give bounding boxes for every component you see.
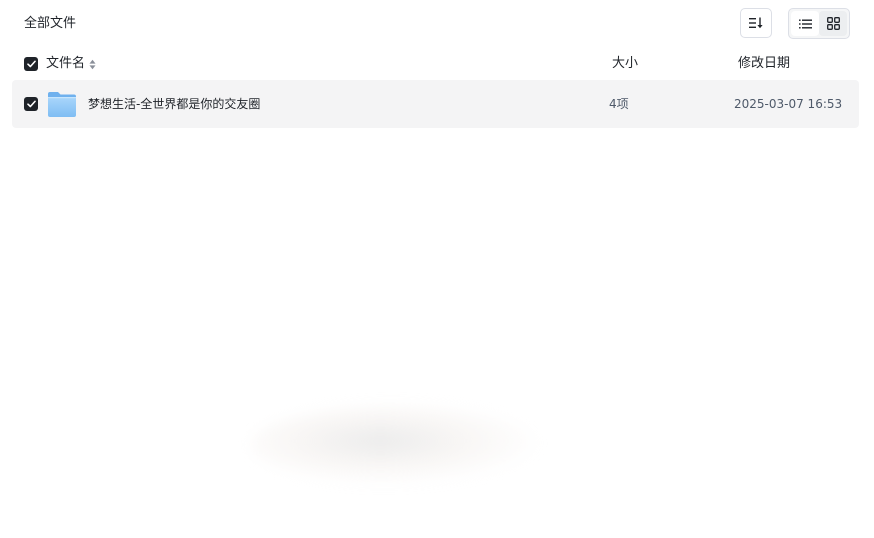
sort-button[interactable] (740, 8, 772, 38)
folder-icon (48, 92, 76, 117)
select-all-checkbox[interactable] (24, 57, 38, 71)
grid-view-icon (826, 17, 840, 30)
grid-view-button[interactable] (819, 11, 847, 36)
column-header-modified[interactable]: 修改日期 (738, 56, 790, 72)
file-name[interactable]: 梦想生活-全世界都是你的交友圈 (88, 96, 260, 112)
column-header-size[interactable]: 大小 (612, 56, 638, 72)
row-checkbox[interactable] (24, 97, 38, 111)
view-toggle (788, 8, 850, 39)
list-view-button[interactable] (791, 11, 819, 36)
file-browser: 全部文件 文件名 大小 修改日期 梦想生活-全世界都是你的交友圈 4项 2025… (0, 0, 874, 538)
file-modified-date: 2025-03-07 16:53 (734, 97, 843, 111)
checkmark-icon (26, 100, 36, 108)
column-header-name-label: 文件名 (46, 56, 86, 71)
column-header-name[interactable]: 文件名 (46, 56, 96, 72)
toolbar: 全部文件 (0, 0, 874, 48)
table-row[interactable]: 梦想生活-全世界都是你的交友圈 4项 2025-03-07 16:53 (12, 80, 859, 128)
table-header: 文件名 大小 修改日期 (0, 50, 874, 78)
sort-descending-icon (749, 17, 763, 29)
file-size: 4项 (609, 97, 629, 111)
loading-shadow (250, 405, 540, 485)
list-view-icon (798, 19, 812, 28)
sort-toggle-icon (89, 59, 96, 70)
checkmark-icon (26, 60, 36, 68)
breadcrumb[interactable]: 全部文件 (24, 15, 76, 33)
